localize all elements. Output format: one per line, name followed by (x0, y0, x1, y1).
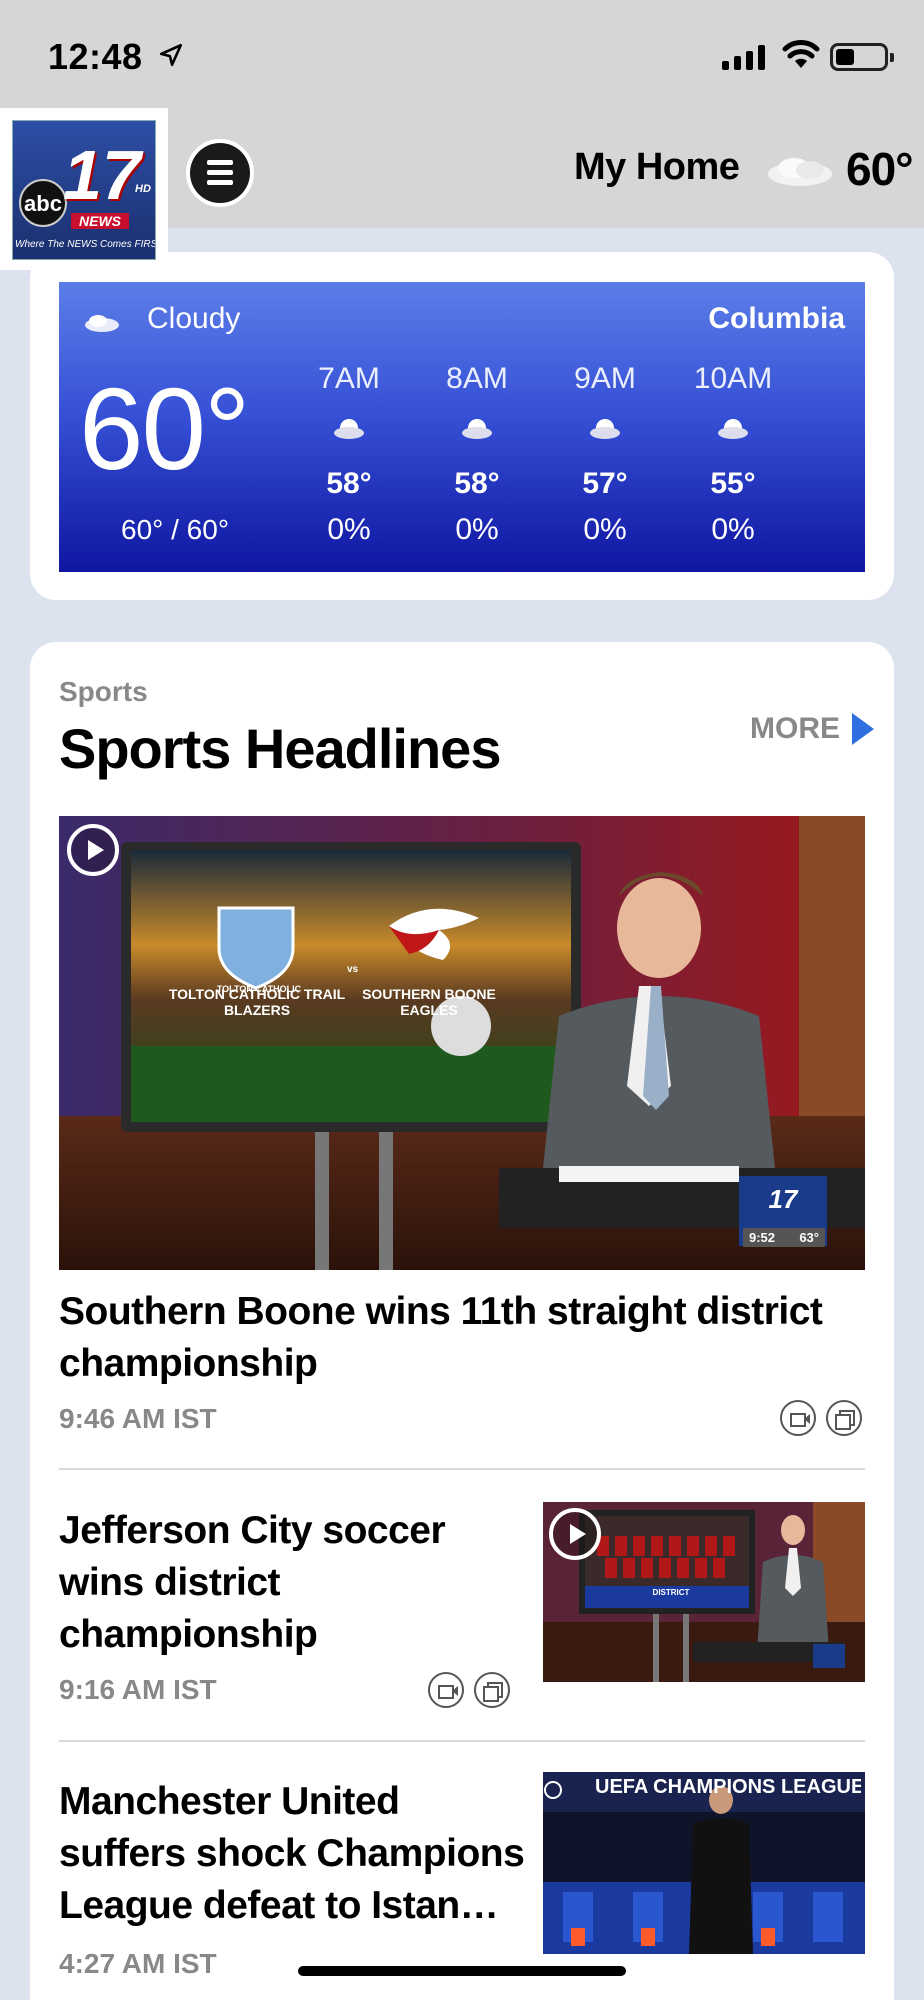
team1-name: TOLTON CATHOLIC TRAIL BLAZERS (168, 986, 346, 1018)
article-timestamp: 9:16 AM IST (59, 1674, 217, 1705)
high-low-temperature: 60° / 60° (121, 514, 230, 545)
partly-cloudy-icon (718, 419, 748, 439)
on-air-bug: 9:52 63° (743, 1228, 825, 1247)
status-time: 12:48 (48, 36, 143, 77)
thumbnail-image (543, 1772, 865, 1954)
vs-label: vs (347, 964, 359, 975)
gallery-icon (826, 1400, 862, 1436)
hour-time: 9AM (574, 362, 636, 395)
hour-precipitation: 0% (583, 513, 627, 546)
play-icon (549, 1508, 601, 1560)
home-indicator[interactable] (298, 1966, 626, 1976)
thumbnail-caption: UEFA CHAMPIONS LEAGUE (595, 1776, 861, 1798)
section-label: Sports (59, 676, 148, 707)
cloud-icon[interactable] (764, 150, 836, 192)
article-headline[interactable]: Southern Boone wins 11th straight distri… (59, 1286, 865, 1390)
media-icons (780, 1400, 862, 1436)
hour-temperature: 58° (326, 467, 372, 500)
hero-image: 17 (59, 816, 865, 1270)
hourly-forecast-item: 7AM 58° 0% (299, 362, 399, 547)
weather-panel[interactable]: Cloudy Columbia 60° 60° / 60° 7AM 58° 0%… (59, 282, 865, 572)
cellular-signal-icon (722, 44, 765, 70)
article-thumbnail[interactable]: UEFA CHAMPIONS LEAGUE (543, 1772, 865, 1954)
video-icon (428, 1672, 464, 1708)
hour-time: 10AM (693, 362, 773, 395)
hourly-forecast-item: 10AM 55° 0% (683, 362, 783, 547)
status-bar: 12:48 (0, 0, 924, 110)
logo-channel: 17 (63, 136, 141, 214)
bug-time: 9:52 (749, 1230, 776, 1245)
hamburger-icon (190, 143, 250, 203)
hour-temperature: 57° (582, 467, 628, 500)
weather-city[interactable]: Columbia (708, 302, 845, 336)
article-timestamp: 9:46 AM IST (59, 1403, 217, 1434)
partly-cloudy-icon (334, 419, 364, 439)
play-icon (67, 824, 119, 876)
station-logo[interactable]: abc 17 HD NEWS Where The NEWS Comes FIRS… (0, 108, 168, 270)
divider (59, 1740, 865, 1742)
hour-temperature: 55° (710, 467, 756, 500)
hour-temperature: 58° (454, 467, 500, 500)
cloudy-icon (85, 315, 119, 332)
page-title: My Home (574, 146, 740, 188)
weather-condition: Cloudy (147, 302, 241, 335)
hour-precipitation: 0% (327, 513, 371, 546)
logo-hd: HD (135, 183, 151, 195)
header-temperature[interactable]: 60° (846, 142, 914, 196)
team2-name: SOUTHERN BOONE EAGLES (362, 986, 496, 1018)
battery-icon (830, 43, 894, 71)
location-arrow-icon (159, 43, 183, 67)
hour-precipitation: 0% (455, 513, 499, 546)
menu-button[interactable] (186, 139, 254, 207)
hero-video-thumbnail[interactable]: 17 TOLTON CATHOLIC TOLTON CATHOLIC TRAIL… (59, 816, 865, 1270)
thumbnail-caption: DISTRICT (652, 1588, 690, 1597)
gallery-icon (474, 1672, 510, 1708)
bug-temp: 63° (799, 1230, 819, 1245)
logo-news: NEWS (71, 213, 129, 229)
more-link[interactable]: MORE (750, 712, 874, 746)
wifi-icon (782, 40, 820, 68)
partly-cloudy-icon (462, 419, 492, 439)
chevron-right-icon (852, 713, 874, 745)
media-icons (428, 1672, 510, 1708)
logo-tagline: Where The NEWS Comes FIRST (15, 239, 156, 250)
current-temperature: 60° (79, 364, 250, 494)
video-icon (780, 1400, 816, 1436)
hour-time: 7AM (318, 362, 380, 395)
logo-image: abc 17 HD NEWS Where The NEWS Comes FIRS… (12, 120, 156, 260)
hourly-forecast-item: 9AM 57° 0% (555, 362, 655, 547)
divider (59, 1468, 865, 1470)
section-title: Sports Headlines (59, 717, 501, 780)
logo-abc: abc (19, 179, 67, 227)
article-headline[interactable]: Jefferson City soccer wins district cham… (59, 1505, 499, 1661)
more-label: MORE (750, 712, 840, 745)
svg-text:17: 17 (769, 1184, 799, 1214)
article-headline[interactable]: Manchester United suffers shock Champion… (59, 1776, 529, 1932)
hour-precipitation: 0% (711, 513, 755, 546)
hour-time: 8AM (446, 362, 508, 395)
hourly-forecast-item: 8AM 58° 0% (427, 362, 527, 547)
article-timestamp: 4:27 AM IST (59, 1948, 217, 1979)
article-thumbnail[interactable]: DISTRICT (543, 1502, 865, 1682)
partly-cloudy-icon (590, 419, 620, 439)
